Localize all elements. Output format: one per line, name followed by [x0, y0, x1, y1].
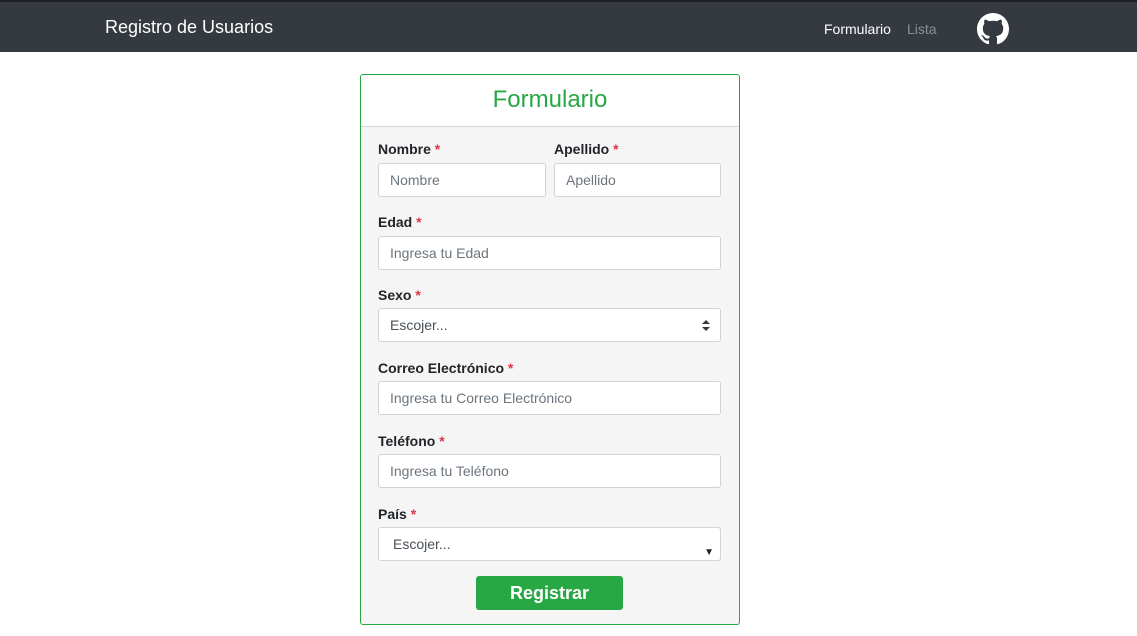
card-header: Formulario: [361, 75, 739, 127]
pais-selected-value: Escojer...: [393, 536, 451, 552]
form-title: Formulario: [492, 86, 608, 113]
sexo-label: Sexo *: [378, 287, 421, 303]
apellido-label: Apellido *: [554, 141, 619, 157]
nombre-input[interactable]: [378, 163, 546, 197]
sort-updown-icon: [702, 320, 710, 331]
apellido-input[interactable]: [554, 163, 721, 197]
github-icon[interactable]: [977, 13, 1009, 45]
pais-label: País *: [378, 506, 417, 522]
chevron-down-icon: ▼: [704, 547, 714, 558]
required-mark: *: [415, 287, 421, 303]
pais-select[interactable]: Escojer... ▼: [378, 527, 721, 561]
navbar-brand[interactable]: Registro de Usuarios: [105, 17, 273, 38]
telefono-input[interactable]: [378, 454, 721, 488]
registrar-button[interactable]: Registrar: [476, 576, 623, 610]
required-mark: *: [507, 360, 514, 376]
telefono-label: Teléfono *: [378, 433, 445, 449]
registration-form-card: Formulario Nombre * Apellido * Edad * Se…: [360, 74, 740, 625]
navbar: Registro de Usuarios Formulario Lista: [0, 0, 1137, 52]
nav-link-formulario[interactable]: Formulario: [824, 21, 891, 37]
edad-input[interactable]: [378, 236, 721, 270]
required-mark: *: [434, 141, 441, 157]
sexo-selected-value: Escojer...: [390, 317, 448, 333]
required-mark: *: [410, 506, 417, 522]
required-mark: *: [439, 433, 445, 449]
sexo-select[interactable]: Escojer...: [378, 308, 721, 342]
correo-input[interactable]: [378, 381, 721, 415]
correo-label: Correo Electrónico *: [378, 360, 514, 376]
nav-link-lista[interactable]: Lista: [907, 21, 937, 37]
nombre-label: Nombre *: [378, 141, 441, 157]
required-mark: *: [613, 141, 619, 157]
required-mark: *: [416, 214, 422, 230]
edad-label: Edad *: [378, 214, 422, 230]
